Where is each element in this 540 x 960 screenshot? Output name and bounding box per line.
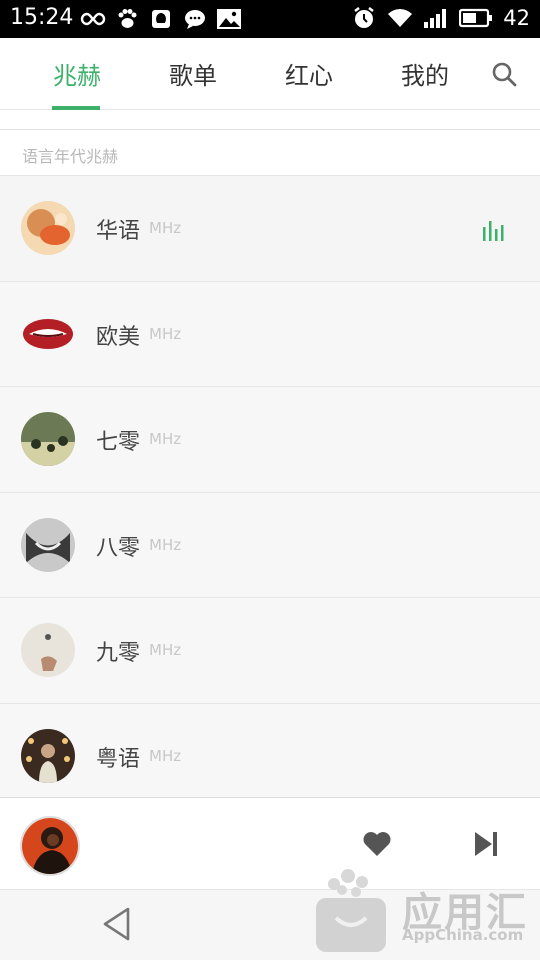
status-right: 42 [351, 5, 530, 31]
channel-row[interactable]: 九零 MHz [0, 598, 540, 704]
channel-unit: MHz [149, 324, 182, 343]
appchina-logo-icon [316, 869, 386, 952]
tab-mhz[interactable]: 兆赫 [32, 56, 122, 91]
channel-row[interactable]: 欧美 MHz [0, 281, 540, 387]
status-bar: 15:24 42 [0, 0, 540, 38]
infinity-icon [80, 6, 106, 32]
channel-avatar [21, 623, 75, 677]
search-icon[interactable] [490, 60, 518, 88]
channel-unit: MHz [149, 430, 182, 448]
channel-unit: MHz [149, 641, 182, 659]
section-header: 语言年代兆赫 [0, 130, 540, 176]
channel-avatar [21, 306, 75, 361]
channel-row[interactable]: 华语 MHz [0, 176, 540, 282]
channel-avatar [21, 517, 75, 572]
channel-list: 华语 MHz 欧美 MHz 七零 MHz 八零 MHz 九零 MHz 粤语 MH… [0, 176, 540, 809]
wifi-icon [387, 5, 413, 31]
channel-name: 七零 [96, 430, 141, 455]
watermark-subtext: AppChina.com [402, 926, 524, 944]
paw-icon [114, 6, 140, 32]
next-icon[interactable] [472, 830, 500, 858]
tab-playlists[interactable]: 歌单 [148, 56, 238, 91]
signal-icon [423, 5, 449, 31]
alarm-icon [351, 5, 377, 31]
channel-avatar [21, 728, 75, 783]
tab-red-heart[interactable]: 红心 [264, 56, 354, 91]
chat-icon [182, 6, 208, 32]
battery-level: 42 [503, 6, 530, 30]
equalizer-icon [483, 221, 504, 241]
section-title: 语言年代兆赫 [22, 147, 119, 166]
channel-row[interactable]: 粤语 MHz [0, 703, 540, 809]
tab-mine[interactable]: 我的 [380, 56, 470, 91]
channel-name: 八零 [96, 535, 141, 561]
now-playing-cover[interactable] [20, 816, 80, 876]
status-time: 15:24 [10, 5, 74, 30]
channel-name: 华语 [96, 219, 141, 244]
top-nav: 兆赫 歌单 红心 我的 [0, 38, 540, 110]
channel-unit: MHz [149, 535, 182, 554]
image-icon [216, 6, 242, 32]
notification-icons [80, 6, 242, 32]
channel-unit: MHz [149, 219, 182, 237]
battery-icon [459, 5, 493, 31]
appchina-watermark: 应用汇 AppChina.com [312, 862, 540, 960]
channel-name: 欧美 [96, 324, 141, 350]
channel-name: 粤语 [96, 746, 141, 772]
back-icon[interactable] [100, 906, 134, 942]
channel-row[interactable]: 八零 MHz [0, 492, 540, 598]
previous-section-header [0, 110, 540, 130]
heart-icon[interactable] [362, 830, 392, 858]
qq-icon [148, 6, 174, 32]
channel-name: 九零 [96, 641, 141, 666]
channel-row[interactable]: 七零 MHz [0, 387, 540, 493]
channel-avatar [21, 412, 75, 466]
channel-unit: MHz [149, 746, 182, 765]
channel-avatar [21, 201, 75, 255]
